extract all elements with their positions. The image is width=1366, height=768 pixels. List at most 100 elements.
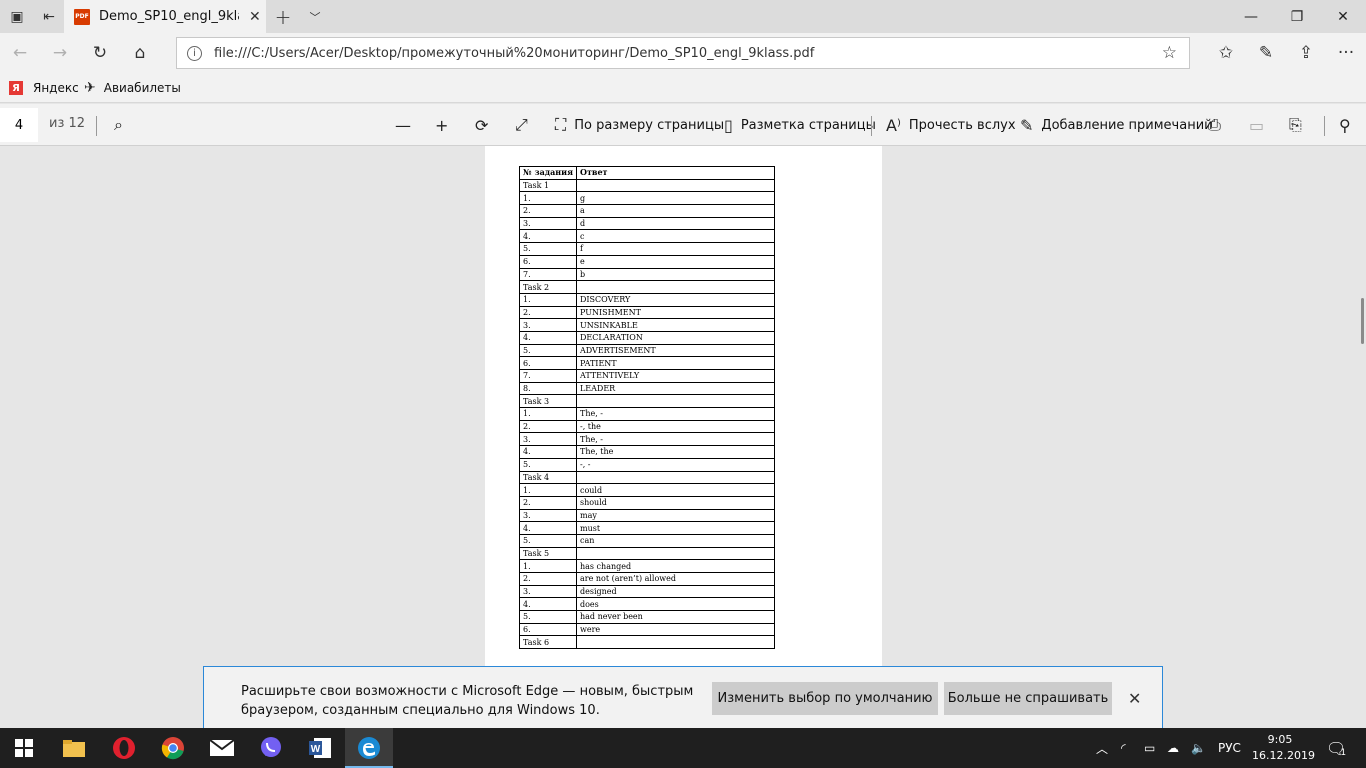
page-layout-button[interactable]: ▯ Разметка страницы — [724, 104, 876, 146]
task-number-cell: 4. — [519, 330, 577, 345]
tab-actions-icon[interactable]: ▣ — [0, 0, 34, 33]
table-row: 3. designed — [519, 584, 776, 599]
task-number-cell: 8. — [519, 381, 577, 396]
back-icon[interactable]: ← — [0, 33, 40, 73]
input-language[interactable]: РУС — [1218, 728, 1241, 768]
read-aloud-label: Прочесть вслух — [908, 117, 1016, 133]
task-number-cell: 2. — [519, 305, 577, 320]
home-icon[interactable]: ⌂ — [120, 33, 160, 73]
task-number-cell: 4. — [519, 597, 577, 612]
answer-cell: e — [575, 254, 776, 269]
table-row: 6. were — [519, 622, 776, 637]
yandex-icon: Я — [9, 81, 23, 95]
share-icon[interactable]: ⇪ — [1286, 33, 1326, 73]
task-number-cell: 1. — [519, 407, 577, 421]
table-row: 4. The, the — [519, 445, 776, 459]
minimize-icon[interactable]: — — [1228, 0, 1274, 33]
scrollbar-thumb[interactable] — [1361, 298, 1364, 344]
table-row: 2. -, the — [519, 419, 776, 434]
answer-cell: has changed — [575, 559, 776, 573]
volume-icon[interactable]: 🔈 — [1191, 728, 1206, 768]
task-number-cell: 3. — [519, 216, 577, 231]
notification-message: Расширьте свои возможности с Microsoft E… — [241, 684, 694, 718]
table-row: 6. e — [519, 254, 776, 269]
dont-ask-button[interactable]: Больше не спрашивать — [944, 682, 1112, 715]
edge-icon[interactable] — [345, 728, 393, 768]
answer-cell — [575, 635, 776, 650]
add-notes-button[interactable]: ✎ Добавление примечаний — [1020, 104, 1213, 146]
opera-icon[interactable] — [100, 728, 148, 768]
new-tab-icon[interactable]: + — [266, 0, 300, 33]
answer-cell — [575, 470, 776, 485]
answer-cell: f — [575, 242, 776, 256]
chrome-icon[interactable] — [149, 728, 197, 768]
table-row: 5. ADVERTISEMENT — [519, 343, 776, 358]
show-hidden-icons[interactable]: ︿ — [1096, 728, 1108, 768]
answer-cell: b — [575, 267, 776, 282]
web-notes-icon[interactable]: ✎ — [1246, 33, 1286, 73]
favorites-list-icon[interactable]: ✩ — [1206, 33, 1246, 73]
viber-icon[interactable] — [247, 728, 295, 768]
answer-cell: UNSINKABLE — [575, 318, 776, 332]
answer-cell: should — [575, 495, 776, 510]
set-tabs-aside-icon[interactable]: ⇤ — [32, 0, 66, 33]
table-row: 2. PUNISHMENT — [519, 305, 776, 320]
file-explorer-icon[interactable] — [50, 728, 98, 768]
fit-page-button[interactable]: ⛶ По размеру страницы — [555, 104, 724, 146]
favorite-yandex[interactable]: Я Яндекс — [9, 73, 79, 103]
zoom-out-icon[interactable]: — — [395, 104, 411, 146]
fullscreen-icon[interactable]: ⤢ — [515, 104, 528, 146]
start-button[interactable] — [0, 728, 48, 768]
active-tab[interactable]: PDF Demo_SP10_engl_9klass.pdf ✕ — [64, 0, 266, 33]
search-icon[interactable]: ⌕ — [114, 104, 123, 146]
print-icon[interactable]: ⎙ — [1208, 104, 1221, 146]
more-icon[interactable]: ··· — [1326, 33, 1366, 73]
table-row: 1. could — [519, 483, 776, 497]
word-icon[interactable]: W — [296, 728, 344, 768]
close-window-icon[interactable]: ✕ — [1320, 0, 1366, 33]
close-notification-icon[interactable]: ✕ — [1128, 689, 1141, 708]
task-number-cell: 2. — [519, 495, 577, 510]
table-row: 1. DISCOVERY — [519, 292, 776, 307]
page-layout-label: Разметка страницы — [740, 117, 876, 133]
onedrive-icon[interactable]: ☁ — [1167, 728, 1179, 768]
network-icon[interactable]: ◜ — [1121, 728, 1126, 768]
table-row: 2. a — [519, 204, 776, 218]
table-row: Task 5 — [519, 546, 776, 561]
pdf-viewer[interactable]: № задания Ответ Task 1 1. g 2. a 3. d 4. c 5. f 6. e… — [0, 146, 1366, 728]
mail-icon[interactable] — [198, 728, 246, 768]
task-number-cell: 4. — [519, 229, 577, 244]
rotate-icon[interactable]: ⟳ — [475, 104, 488, 146]
restore-icon[interactable]: ❐ — [1274, 0, 1320, 33]
table-row: 7. b — [519, 267, 776, 282]
refresh-icon[interactable]: ↻ — [80, 33, 120, 73]
favorite-avia[interactable]: ✈ Авиабилеты — [84, 73, 181, 103]
pin-toolbar-icon[interactable]: ⚲ — [1339, 104, 1351, 146]
answer-cell: had never been — [575, 610, 776, 624]
answer-cell: The, the — [575, 445, 776, 459]
answer-cell: The, - — [575, 432, 776, 447]
change-default-button[interactable]: Изменить выбор по умолчанию — [712, 682, 938, 715]
table-row: 3. UNSINKABLE — [519, 318, 776, 332]
address-url[interactable]: file:///C:/Users/Acer/Desktop/промежуточ… — [214, 46, 814, 61]
task-number-cell: 6. — [519, 254, 577, 269]
read-aloud-button[interactable]: A⁾ Прочесть вслух — [886, 104, 1016, 146]
forward-icon[interactable]: → — [40, 33, 80, 73]
svg-text:W: W — [311, 744, 321, 755]
battery-icon[interactable]: ▭ — [1144, 728, 1155, 768]
divider — [871, 116, 872, 136]
close-tab-icon[interactable]: ✕ — [249, 9, 261, 25]
table-row: 3. The, - — [519, 432, 776, 447]
page-number-input[interactable]: 4 — [0, 108, 38, 142]
answer-cell: does — [575, 597, 776, 612]
save-as-icon[interactable]: ⎘ — [1289, 104, 1302, 146]
divider — [96, 116, 97, 136]
address-bar[interactable]: i file:///C:/Users/Acer/Desktop/промежут… — [176, 37, 1190, 69]
tab-preview-chevron-icon[interactable]: ﹀ — [298, 0, 332, 33]
info-icon[interactable]: i — [187, 45, 202, 61]
system-clock[interactable]: 9:05 16.12.2019 — [1252, 732, 1315, 764]
action-center-icon[interactable]: 🗨 1 — [1326, 728, 1346, 768]
save-icon[interactable]: ▭ — [1249, 104, 1264, 146]
favorite-star-icon[interactable]: ☆ — [1162, 43, 1177, 63]
zoom-in-icon[interactable]: + — [435, 104, 448, 146]
